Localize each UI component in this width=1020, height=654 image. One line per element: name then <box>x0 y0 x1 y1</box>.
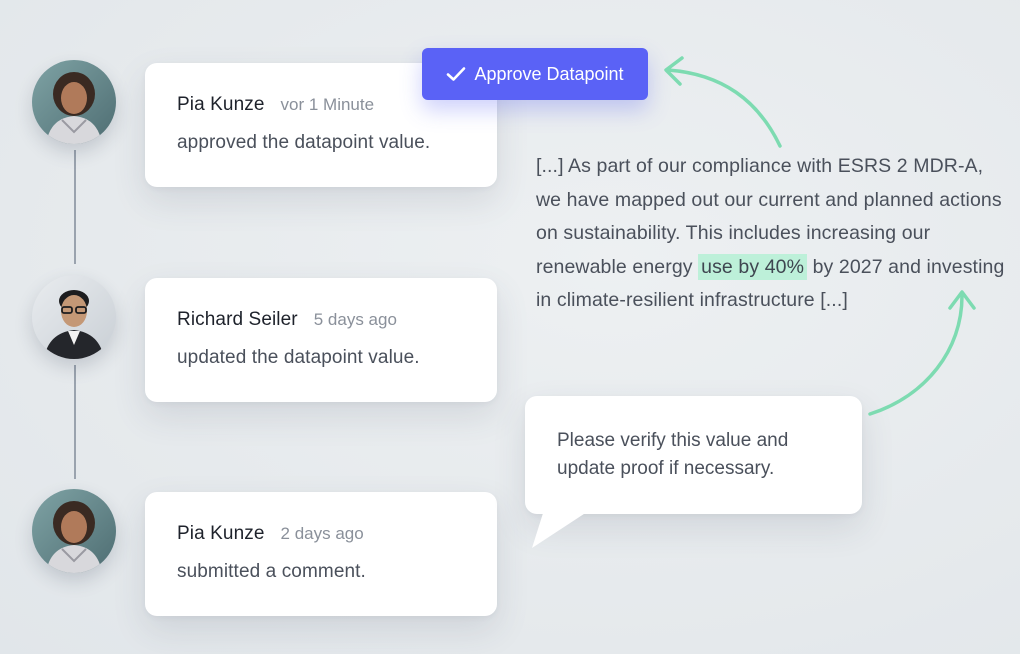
activity-panel: Pia Kunze vor 1 Minute approved the data… <box>0 0 1020 654</box>
curved-arrow-icon <box>664 56 976 416</box>
